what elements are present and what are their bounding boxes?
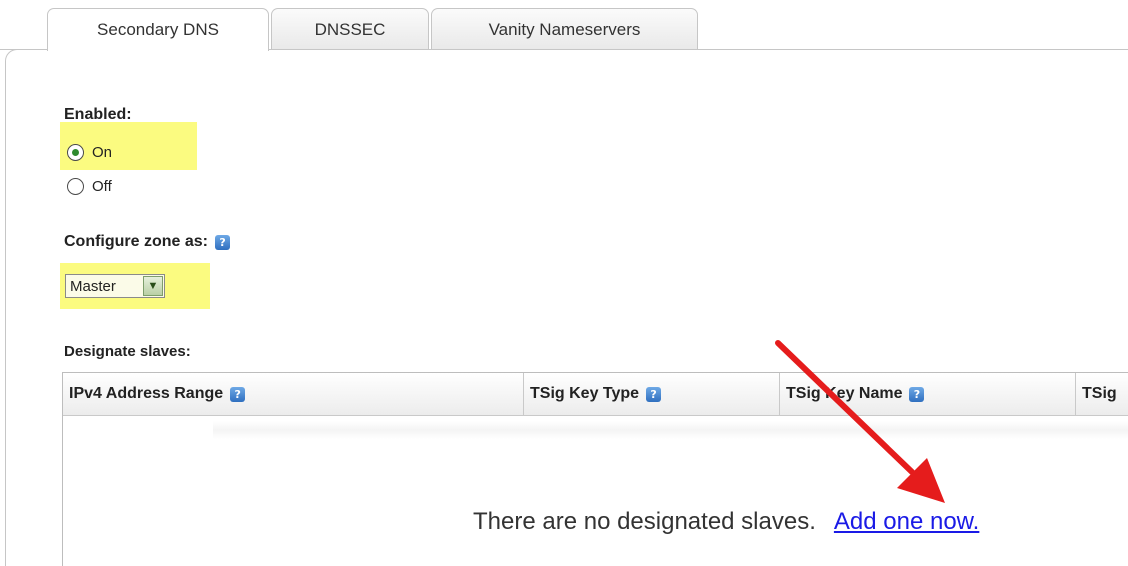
add-slave-link[interactable]: Add one now. xyxy=(834,508,979,536)
tab-dnssec[interactable]: DNSSEC xyxy=(271,8,429,49)
zone-type-value: Master xyxy=(70,277,116,295)
chevron-down-icon[interactable]: ▼ xyxy=(143,276,163,296)
configure-zone-text: Configure zone as: xyxy=(64,233,209,250)
tab-vanity-nameservers[interactable]: Vanity Nameservers xyxy=(431,8,698,49)
radio-option-off[interactable]: Off xyxy=(67,175,112,197)
slaves-table-header: IPv4 Address Range ? TSig Key Type ? TSi… xyxy=(63,373,1128,416)
column-tsig-key-name[interactable]: TSig Key Name ? xyxy=(780,373,1076,415)
column-ipv4-address-range[interactable]: IPv4 Address Range ? xyxy=(63,373,524,415)
help-icon[interactable]: ? xyxy=(646,386,662,402)
empty-state: There are no designated slaves. Add one … xyxy=(473,508,979,536)
empty-state-text: There are no designated slaves. xyxy=(473,508,816,535)
radio-off-label: Off xyxy=(92,177,112,195)
radio-option-on[interactable]: On xyxy=(67,141,112,163)
column-tsig[interactable]: TSig xyxy=(1076,373,1128,415)
help-icon[interactable]: ? xyxy=(909,386,925,402)
column-tsig-label: TSig xyxy=(1082,385,1117,402)
radio-on-label: On xyxy=(92,143,113,161)
configure-zone-label: Configure zone as: ? xyxy=(64,233,231,251)
column-tsig-key-type[interactable]: TSig Key Type ? xyxy=(524,373,780,415)
column-tsig-name-label: TSig Key Name xyxy=(786,385,903,402)
designate-slaves-label: Designate slaves: xyxy=(64,343,191,360)
column-tsig-type-label: TSig Key Type xyxy=(530,385,640,402)
help-icon[interactable]: ? xyxy=(215,234,231,250)
radio-off[interactable] xyxy=(67,177,84,195)
zone-type-select[interactable]: Master ▼ xyxy=(65,274,165,298)
enabled-label: Enabled: xyxy=(64,106,132,123)
column-ipv4-label: IPv4 Address Range xyxy=(69,385,224,402)
dns-settings-page: Secondary DNS DNSSEC Vanity Nameservers … xyxy=(0,0,1128,566)
slaves-table: IPv4 Address Range ? TSig Key Type ? TSi… xyxy=(62,372,1128,566)
tab-secondary-dns[interactable]: Secondary DNS xyxy=(47,8,269,51)
radio-on[interactable] xyxy=(67,143,84,161)
help-icon[interactable]: ? xyxy=(230,386,246,402)
table-row-shade xyxy=(213,421,1128,439)
